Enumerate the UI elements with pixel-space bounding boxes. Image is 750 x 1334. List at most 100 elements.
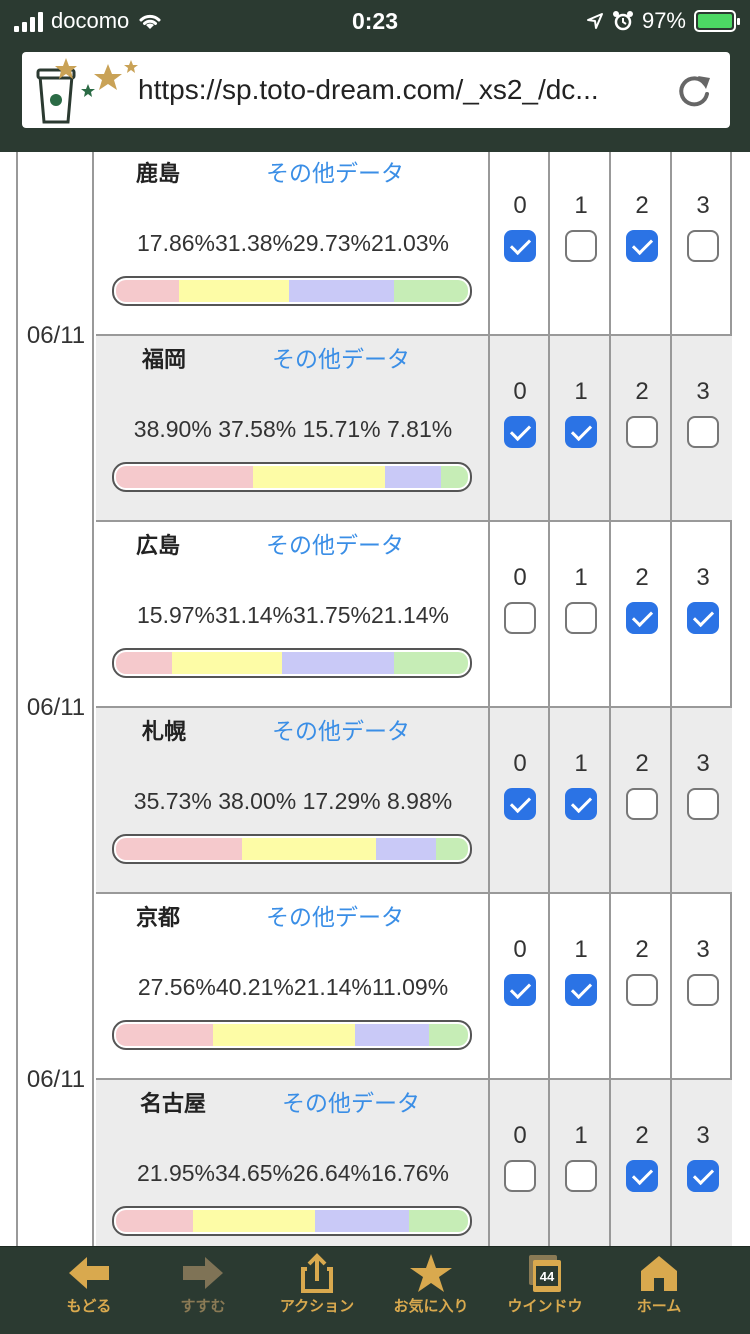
- vote-ratio-segment: [281, 652, 394, 674]
- forward-button[interactable]: すすむ: [148, 1253, 258, 1331]
- choice-column: 2: [612, 1080, 672, 1246]
- match-date: 06/11: [26, 694, 86, 721]
- choice-checkbox[interactable]: [626, 416, 658, 448]
- match-row: 広島 その他データ 15.97%31.14%31.75%21.14% 0 1 2 3: [96, 522, 732, 708]
- battery-icon: [694, 10, 740, 32]
- forward-label: すすむ: [180, 1298, 226, 1315]
- choice-checkbox[interactable]: [504, 788, 536, 820]
- choice-label: 1: [574, 1122, 588, 1149]
- back-button[interactable]: もどる: [34, 1253, 144, 1331]
- choice-checkbox[interactable]: [565, 230, 597, 262]
- choice-checkbox[interactable]: [565, 788, 597, 820]
- match-table: 06/11 鹿島 その他データ 17.86%31.38%29.73%21.03% 0 1 2…: [0, 152, 750, 1246]
- match-row: 鹿島 その他データ 17.86%31.38%29.73%21.03% 0 1 2 3: [96, 152, 732, 336]
- choice-columns: 0 1 2 3: [490, 894, 732, 1078]
- choice-checkbox[interactable]: [565, 602, 597, 634]
- choice-column: 1: [551, 708, 611, 892]
- favorites-label: お気に入り: [393, 1298, 469, 1315]
- match-row: 福岡 その他データ 38.90% 37.58% 15.71% 7.81% 0 1 2 3: [96, 336, 732, 522]
- choice-checkbox[interactable]: [565, 974, 597, 1006]
- choice-column: 0: [490, 708, 550, 892]
- choice-label: 0: [513, 378, 527, 405]
- choice-column: 3: [673, 1080, 733, 1246]
- more-data-link[interactable]: その他データ: [272, 712, 410, 746]
- vote-ratio-segment: [116, 1024, 213, 1046]
- choice-checkbox[interactable]: [504, 416, 536, 448]
- windows-button[interactable]: 44 ウインドウ: [490, 1253, 600, 1331]
- match-info: 札幌 その他データ 35.73% 38.00% 17.29% 8.98%: [96, 708, 490, 892]
- team-name: 福岡: [142, 347, 187, 372]
- browser-toolbar: もどる すすむ アクション お気に入り 44 ウインドウ ホーム: [0, 1246, 750, 1334]
- back-label: もどる: [66, 1298, 112, 1315]
- choice-column: 2: [612, 708, 672, 892]
- choice-column: 1: [551, 522, 611, 706]
- vote-ratio-segment: [116, 280, 179, 302]
- choice-checkbox[interactable]: [565, 1160, 597, 1192]
- team-name: 名古屋: [140, 1091, 207, 1116]
- windows-label: ウインドウ: [507, 1298, 583, 1315]
- choice-checkbox[interactable]: [687, 602, 719, 634]
- choice-checkbox[interactable]: [626, 1160, 658, 1192]
- reload-icon[interactable]: [674, 70, 714, 110]
- favorites-button[interactable]: お気に入り: [376, 1253, 486, 1331]
- match-info: 京都 その他データ 27.56%40.21%21.14%11.09%: [96, 894, 490, 1078]
- choice-checkbox[interactable]: [687, 788, 719, 820]
- share-icon: [301, 1253, 333, 1293]
- home-button[interactable]: ホーム: [604, 1253, 714, 1331]
- vote-ratio-segment: [172, 652, 282, 674]
- choice-column: 3: [673, 336, 733, 520]
- vote-ratio-segment: [315, 1210, 409, 1232]
- vote-ratio-segment: [375, 838, 437, 860]
- vote-percentages: 27.56%40.21%21.14%11.09%: [137, 974, 449, 1000]
- url-text[interactable]: https://sp.toto-dream.com/_xs2_/dc...: [138, 74, 599, 106]
- choice-label: 2: [635, 1122, 649, 1149]
- battery-percent: 97%: [641, 8, 686, 33]
- choice-checkbox[interactable]: [504, 602, 536, 634]
- choice-column: 1: [551, 894, 611, 1078]
- choice-column: 0: [490, 152, 550, 334]
- more-data-link[interactable]: その他データ: [266, 898, 404, 932]
- vote-ratio-segment: [116, 466, 253, 488]
- choice-checkbox[interactable]: [626, 230, 658, 262]
- match-row: 京都 その他データ 27.56%40.21%21.14%11.09% 0 1 2 3: [96, 894, 732, 1080]
- location-icon: [586, 13, 603, 29]
- more-data-link[interactable]: その他データ: [272, 340, 410, 374]
- action-button[interactable]: アクション: [262, 1253, 372, 1331]
- vote-ratio-segment: [213, 1024, 355, 1046]
- choice-checkbox[interactable]: [687, 1160, 719, 1192]
- address-bar[interactable]: https://sp.toto-dream.com/_xs2_/dc...: [22, 52, 730, 128]
- windows-icon: 44: [529, 1255, 561, 1292]
- choice-label: 0: [513, 192, 527, 219]
- status-bar: docomo 0:23 97%: [0, 0, 750, 44]
- choice-checkbox[interactable]: [565, 416, 597, 448]
- choice-checkbox[interactable]: [687, 416, 719, 448]
- choice-checkbox[interactable]: [626, 974, 658, 1006]
- choice-column: 0: [490, 522, 550, 706]
- choice-checkbox[interactable]: [626, 788, 658, 820]
- vote-ratio-bar: [112, 834, 472, 864]
- choice-columns: 0 1 2 3: [490, 522, 732, 706]
- choice-label: 1: [574, 564, 588, 591]
- choice-label: 1: [574, 378, 588, 405]
- choice-checkbox[interactable]: [504, 974, 536, 1006]
- choice-checkbox[interactable]: [504, 230, 536, 262]
- choice-column: 0: [490, 1080, 550, 1246]
- more-data-link[interactable]: その他データ: [266, 154, 404, 188]
- choice-label: 0: [513, 936, 527, 963]
- choice-label: 2: [635, 564, 649, 591]
- choice-checkbox[interactable]: [687, 230, 719, 262]
- choice-column: 0: [490, 894, 550, 1078]
- choice-checkbox[interactable]: [687, 974, 719, 1006]
- vote-ratio-segment: [252, 466, 386, 488]
- choice-checkbox[interactable]: [504, 1160, 536, 1192]
- choice-label: 1: [574, 936, 588, 963]
- choice-label: 2: [635, 192, 649, 219]
- more-data-link[interactable]: その他データ: [266, 526, 404, 560]
- more-data-link[interactable]: その他データ: [282, 1084, 420, 1118]
- choice-column: 0: [490, 336, 550, 520]
- choice-label: 2: [635, 750, 649, 777]
- arrow-right-icon: [183, 1257, 223, 1289]
- choice-checkbox[interactable]: [626, 602, 658, 634]
- match-group: 06/11 京都 その他データ 27.56%40.21%21.14%11.09% 0 1 2…: [16, 894, 732, 1246]
- arrow-left-icon: [69, 1257, 109, 1289]
